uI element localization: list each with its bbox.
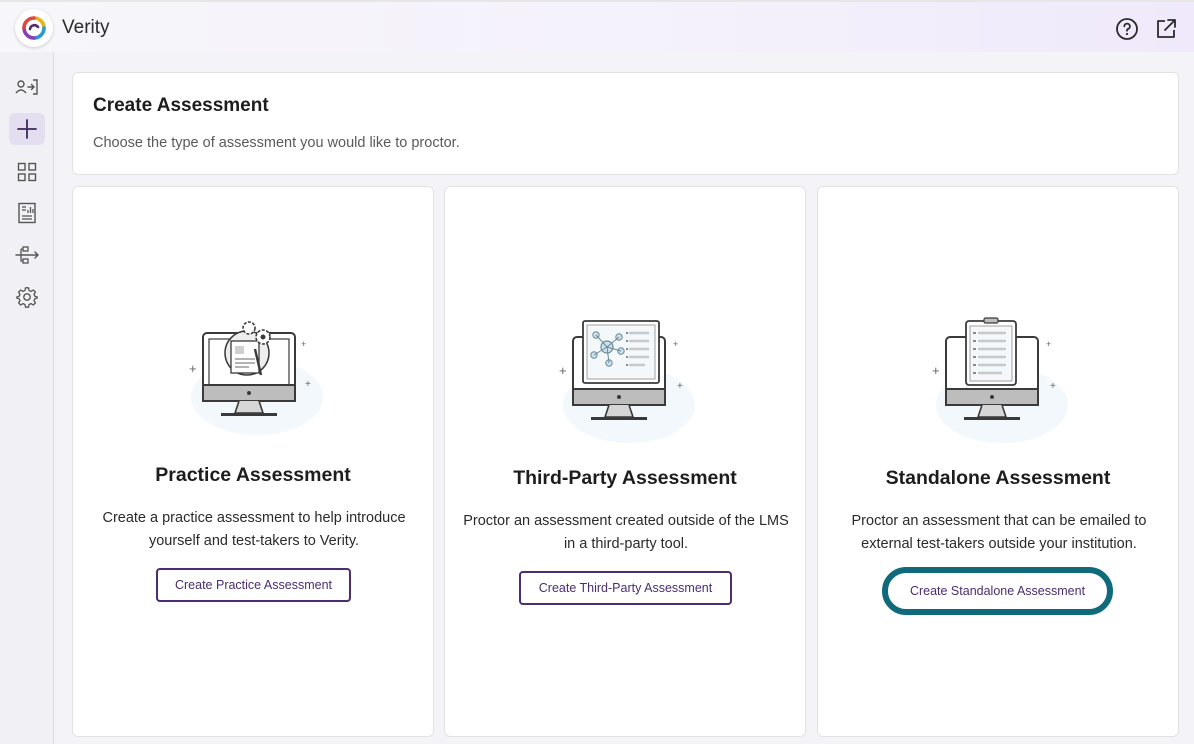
report-icon	[18, 202, 36, 224]
card-description: Create a practice assessment to help int…	[102, 510, 406, 549]
card-description: Proctor an assessment created outside of…	[463, 513, 789, 552]
page-title: Create Assessment	[93, 95, 269, 116]
sidebar-item-settings[interactable]	[9, 281, 45, 313]
page-header-card: Create Assessment Choose the type of ass…	[72, 72, 1179, 175]
sidebar-item-reports[interactable]	[9, 197, 45, 229]
top-bar: Verity	[0, 0, 1194, 52]
card-title: Practice Assessment	[155, 464, 351, 486]
plus-icon	[17, 119, 37, 139]
monitor-gears-illustration: + + +	[189, 321, 323, 435]
svg-text:+: +	[1046, 339, 1051, 349]
create-standalone-assessment-button[interactable]: Create Standalone Assessment	[893, 577, 1102, 605]
svg-text:+: +	[559, 363, 567, 378]
gear-icon	[16, 287, 38, 308]
page-subtitle: Choose the type of assessment you would …	[93, 135, 460, 151]
svg-text:+: +	[673, 339, 678, 349]
user-login-icon	[15, 79, 38, 95]
svg-text:+: +	[189, 361, 197, 376]
svg-text:+: +	[677, 381, 683, 392]
verity-logo-icon[interactable]	[15, 9, 53, 47]
svg-text:+: +	[1050, 381, 1056, 392]
svg-text:+: +	[305, 379, 311, 390]
button-focus-ring: Create Standalone Assessment	[882, 567, 1113, 615]
card-title: Standalone Assessment	[885, 467, 1111, 489]
grid-icon	[17, 162, 37, 182]
app-title: Verity	[62, 17, 110, 38]
sidebar-item-login[interactable]	[9, 71, 45, 103]
sidebar-item-dashboard[interactable]	[9, 156, 45, 188]
svg-text:+: +	[301, 339, 306, 349]
standalone-assessment-card: + + + Standalone Assessment Proctor an a…	[817, 186, 1179, 737]
monitor-clipboard-illustration: + + +	[932, 317, 1068, 443]
sidebar-item-create[interactable]	[9, 113, 45, 145]
third-party-assessment-card: + + + Third-Party Assessment Proctor an …	[444, 186, 806, 737]
integration-icon	[15, 246, 39, 264]
help-circle-icon[interactable]	[1114, 16, 1140, 42]
svg-text:+: +	[932, 363, 940, 378]
sidebar-item-integrations[interactable]	[9, 239, 45, 271]
practice-assessment-card: + + + Practice Assessment Create a pract…	[72, 186, 434, 737]
sidebar	[0, 52, 54, 744]
create-practice-assessment-button[interactable]: Create Practice Assessment	[156, 568, 351, 602]
create-third-party-assessment-button[interactable]: Create Third-Party Assessment	[519, 571, 732, 605]
card-title: Third-Party Assessment	[513, 467, 737, 489]
open-external-icon[interactable]	[1153, 16, 1179, 42]
monitor-network-illustration: + + +	[559, 320, 695, 443]
card-description: Proctor an assessment that can be emaile…	[851, 513, 1147, 552]
